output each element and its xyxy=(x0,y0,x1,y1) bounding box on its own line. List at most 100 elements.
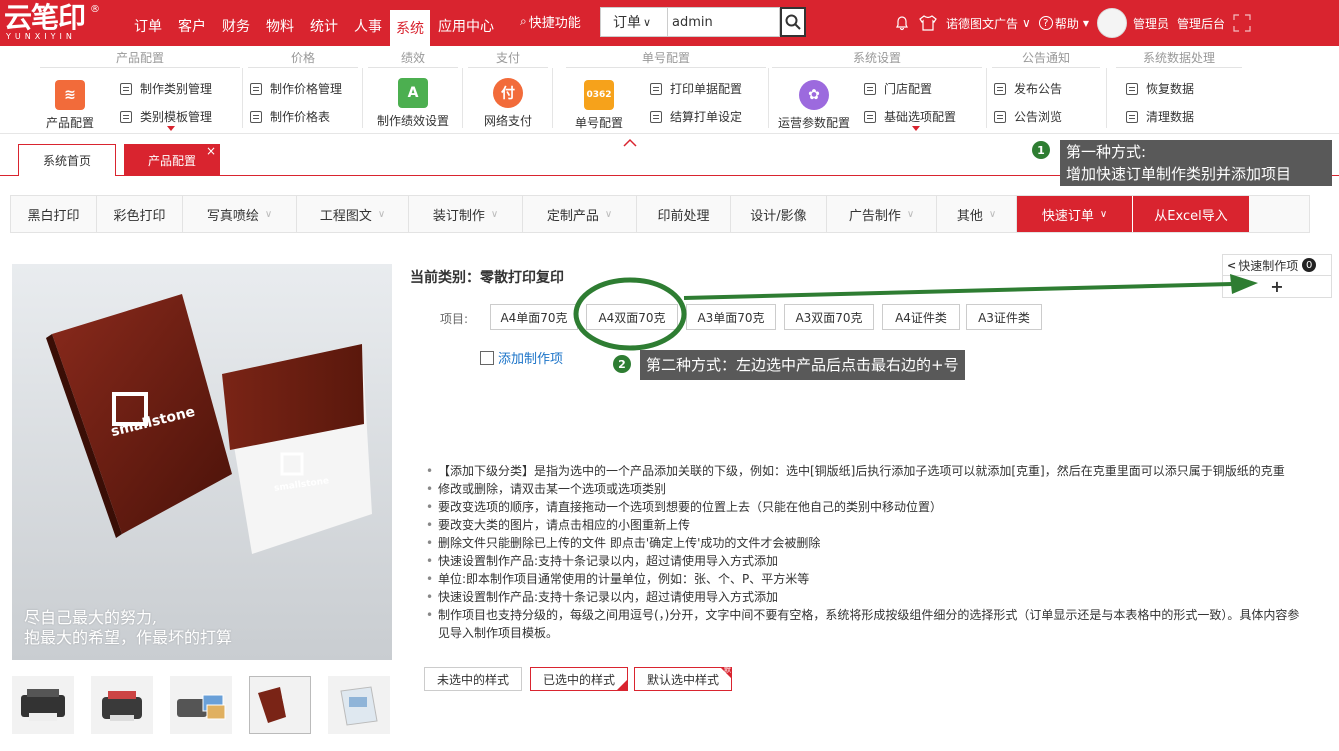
settlement-print-button[interactable]: 结算打单设定 xyxy=(650,108,742,125)
style-sample-default: 默认选中样式 默 xyxy=(634,666,732,691)
ribbon-group-number-config: 单号配置 0362 单号配置 打印单据配置 结算打单设定 xyxy=(566,50,766,132)
tab-product-config[interactable]: 产品配置 × xyxy=(124,144,220,176)
import-from-excel-button[interactable]: 从Excel导入 xyxy=(1133,196,1249,232)
thumbnail-printer[interactable] xyxy=(12,676,74,734)
admin-backend-link[interactable]: 管理后台 xyxy=(1177,15,1225,32)
tab-system-home[interactable]: 系统首页 xyxy=(18,144,116,176)
check-corner-icon xyxy=(616,679,628,691)
help-menu[interactable]: ? 帮助 ▼ xyxy=(1038,15,1089,32)
printer-icon xyxy=(21,689,65,721)
nav-app-center[interactable]: 应用中心 xyxy=(430,0,502,46)
global-search: 订单 ∨ xyxy=(600,7,806,37)
nav-finance[interactable]: 财务 xyxy=(214,0,258,46)
category-quick-order[interactable]: 快速订单 ∨ xyxy=(1017,196,1133,232)
price-manage-button[interactable]: 制作价格管理 xyxy=(250,80,342,97)
thumbnail-strip xyxy=(12,676,407,734)
thumbnail-photo-printer[interactable] xyxy=(170,676,232,734)
hero-slogan: 尽自己最大的努力, 抱最大的希望，作最坏的打算 xyxy=(24,608,233,647)
search-button[interactable] xyxy=(780,7,806,37)
operation-params-button[interactable]: ✿ 运营参数配置 xyxy=(772,80,856,131)
restore-data-button[interactable]: 恢复数据 xyxy=(1126,80,1194,97)
thumbnail-color-printer[interactable] xyxy=(91,676,153,734)
nav-materials[interactable]: 物料 xyxy=(258,0,302,46)
category-image[interactable]: smallstone smallstone 尽自己最大的努力, 抱最大的希望，作… xyxy=(12,264,392,660)
performance-settings-button[interactable]: A 制作绩效设置 xyxy=(368,78,458,129)
category-design-imaging[interactable]: 设计/影像 xyxy=(731,196,827,232)
document-icon xyxy=(250,110,262,123)
nav-hr[interactable]: 人事 xyxy=(346,0,390,46)
item-chip[interactable]: A3单面70克 xyxy=(686,304,776,330)
shirt-icon[interactable] xyxy=(918,15,938,31)
category-bw-print[interactable]: 黑白打印 xyxy=(11,196,97,232)
publish-announcement-button[interactable]: 发布公告 xyxy=(994,80,1062,97)
search-type-select[interactable]: 订单 ∨ xyxy=(600,7,668,37)
help-note: 快速设置制作产品:支持十条记录以内，超过请使用导入方式添加 xyxy=(424,552,1304,570)
category-color-print[interactable]: 彩色打印 xyxy=(97,196,183,232)
quick-make-toggle[interactable]: < 快速制作项 0 xyxy=(1222,254,1332,276)
basic-options-button[interactable]: 基础选项配置 xyxy=(864,108,956,125)
online-payment-button[interactable]: 付 网络支付 xyxy=(468,78,548,129)
add-production-item-link[interactable]: 添加制作项 xyxy=(480,348,563,367)
help-note: 要改变大类的图片，请点击相应的小图重新上传 xyxy=(424,516,1304,534)
nav-statistics[interactable]: 统计 xyxy=(302,0,346,46)
chevron-down-icon: ∨ xyxy=(264,208,273,220)
thumbnail-flyer[interactable] xyxy=(328,676,390,734)
item-chip[interactable]: A3证件类 xyxy=(966,304,1042,330)
thumbnail-brochure[interactable] xyxy=(249,676,311,734)
help-notes: 【添加下级分类】是指为选中的一个产品添加关联的下级，例如：选中[铜版纸]后执行添… xyxy=(424,462,1304,642)
price-table-button[interactable]: 制作价格表 xyxy=(250,108,330,125)
category-photo-inkjet[interactable]: 写真喷绘 ∨ xyxy=(183,196,297,232)
category-engineering-docs[interactable]: 工程图文 ∨ xyxy=(297,196,409,232)
print-receipt-config-button[interactable]: 打印单据配置 xyxy=(650,80,742,97)
store-config-button[interactable]: 门店配置 xyxy=(864,80,932,97)
quick-function-button[interactable]: ⌕ 快捷功能 xyxy=(520,12,581,31)
chevron-down-icon: ∨ xyxy=(1099,208,1108,220)
browse-announcements-button[interactable]: 公告浏览 xyxy=(994,108,1062,125)
company-switch[interactable]: 诺德图文广告 ∨ xyxy=(946,15,1031,32)
category-custom-products[interactable]: 定制产品 ∨ xyxy=(523,196,637,232)
close-icon[interactable]: × xyxy=(206,144,216,158)
search-input[interactable] xyxy=(668,7,780,37)
document-icon xyxy=(1126,110,1138,123)
document-icon xyxy=(864,110,876,123)
ribbon-group-performance: 绩效 A 制作绩效设置 xyxy=(368,50,458,132)
add-item-icon xyxy=(480,350,494,365)
fullscreen-icon[interactable] xyxy=(1233,14,1251,32)
step-badge-2: 2 xyxy=(613,355,631,373)
printer-icon xyxy=(102,691,142,721)
category-binding[interactable]: 装订制作 ∨ xyxy=(409,196,523,232)
document-icon xyxy=(994,82,1006,95)
category-other[interactable]: 其他 ∨ xyxy=(937,196,1017,232)
user-role[interactable]: 管理员 xyxy=(1133,15,1169,32)
bell-icon[interactable] xyxy=(894,15,910,31)
logo[interactable]: 云笔印 YUNXIYIN ® xyxy=(4,4,112,42)
document-icon xyxy=(650,82,662,95)
item-chip[interactable]: A3双面70克 xyxy=(784,304,874,330)
photo-printer-icon xyxy=(177,694,226,720)
nav-system[interactable]: 系统 xyxy=(390,10,430,46)
category-prepress[interactable]: 印前处理 xyxy=(637,196,731,232)
style-sample-unselected: 未选中的样式 xyxy=(424,667,522,691)
help-note: 【添加下级分类】是指为选中的一个产品添加关联的下级，例如：选中[铜版纸]后执行添… xyxy=(424,462,1304,480)
item-chip[interactable]: A4单面70克 xyxy=(490,304,578,330)
category-ad-making[interactable]: 广告制作 ∨ xyxy=(827,196,937,232)
brochure-icon xyxy=(258,687,304,723)
category-manage-button[interactable]: 制作类别管理 xyxy=(120,80,212,97)
number-icon: 0362 xyxy=(584,80,614,110)
item-chip[interactable]: A4证件类 xyxy=(882,304,960,330)
ribbon-group-price: 价格 制作价格管理 制作价格表 xyxy=(248,50,358,132)
help-note: 要改变选项的顺序，请直接拖动一个选项到想要的位置上去（只能在他自己的类别中移动位… xyxy=(424,498,1304,516)
avatar[interactable] xyxy=(1096,8,1127,38)
clear-data-button[interactable]: 清理数据 xyxy=(1126,108,1194,125)
ribbon-group-product-config: 产品配置 ≋ 产品配置 制作类别管理 类别模板管理 xyxy=(40,50,240,132)
product-config-button[interactable]: ≋ 产品配置 xyxy=(40,80,100,131)
chevron-down-icon: ∨ xyxy=(377,208,386,220)
caret-down-icon xyxy=(912,126,920,131)
item-chip[interactable]: A4双面70克 xyxy=(586,304,678,330)
nav-customers[interactable]: 客户 xyxy=(170,0,214,46)
chevron-down-icon: ∨ xyxy=(988,208,997,220)
nav-orders[interactable]: 订单 xyxy=(126,0,170,46)
quick-make-add-button[interactable]: + xyxy=(1222,276,1332,298)
category-template-button[interactable]: 类别模板管理 xyxy=(120,108,212,125)
number-config-button[interactable]: 0362 单号配置 xyxy=(566,80,632,131)
